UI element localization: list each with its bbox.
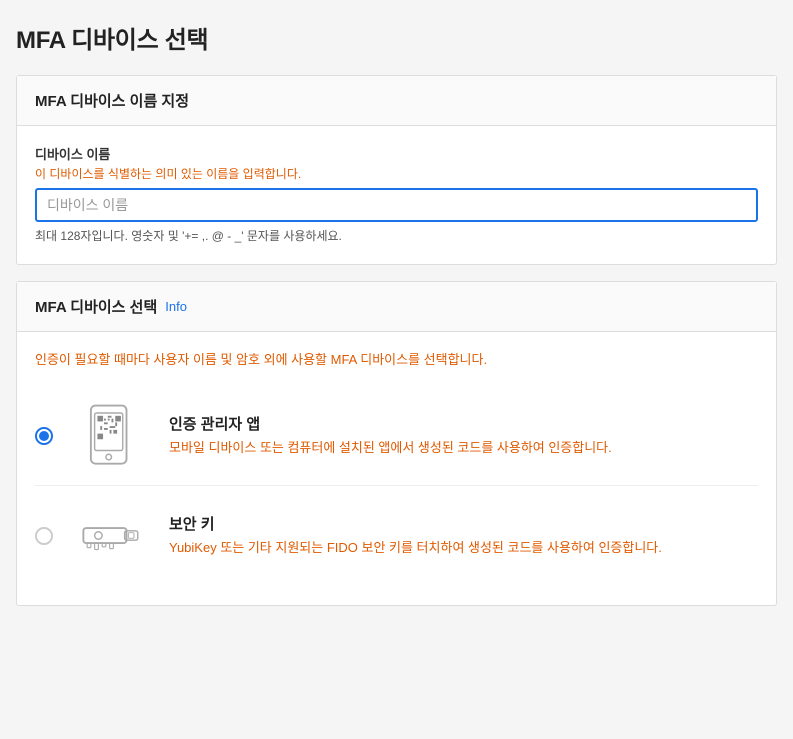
name-section-title: MFA 디바이스 이름 지정 bbox=[35, 93, 189, 110]
device-name-hint: 이 디바이스를 식별하는 의미 있는 이름을 입력합니다. bbox=[35, 165, 758, 182]
select-section-header: MFA 디바이스 선택 Info bbox=[17, 282, 776, 332]
name-section-body: 디바이스 이름 이 디바이스를 식별하는 의미 있는 이름을 입력합니다. 최대… bbox=[17, 126, 776, 264]
security-key-desc: YubiKey 또는 기타 지원되는 FIDO 보안 키를 터치하여 생성된 코… bbox=[169, 538, 758, 558]
phone-icon bbox=[71, 398, 151, 473]
radio-security-key[interactable] bbox=[35, 527, 53, 545]
option-authenticator[interactable]: 인증 관리자 앱 모바일 디바이스 또는 컴퓨터에 설치된 앱에서 생성된 코드… bbox=[35, 386, 758, 486]
device-name-input[interactable] bbox=[35, 188, 758, 222]
key-icon bbox=[71, 498, 151, 573]
mfa-description: 인증이 필요할 때마다 사용자 이름 및 암호 외에 사용할 MFA 디바이스를… bbox=[35, 350, 758, 370]
security-key-text: 보안 키 YubiKey 또는 기타 지원되는 FIDO 보안 키를 터치하여 … bbox=[169, 513, 758, 558]
device-name-label: 디바이스 이름 bbox=[35, 144, 758, 163]
device-name-note: 최대 128자입니다. 영숫자 및 '+= ,. @ - _' 문자를 사용하세… bbox=[35, 227, 758, 244]
select-section-title: MFA 디바이스 선택 bbox=[35, 296, 157, 317]
option-security-key[interactable]: 보안 키 YubiKey 또는 기타 지원되는 FIDO 보안 키를 터치하여 … bbox=[35, 486, 758, 585]
authenticator-text: 인증 관리자 앱 모바일 디바이스 또는 컴퓨터에 설치된 앱에서 생성된 코드… bbox=[169, 413, 758, 458]
mfa-options-list: 인증 관리자 앱 모바일 디바이스 또는 컴퓨터에 설치된 앱에서 생성된 코드… bbox=[35, 386, 758, 585]
radio-authenticator[interactable] bbox=[35, 427, 53, 445]
info-link[interactable]: Info bbox=[165, 299, 187, 314]
security-key-title: 보안 키 bbox=[169, 513, 758, 534]
authenticator-desc: 모바일 디바이스 또는 컴퓨터에 설치된 앱에서 생성된 코드를 사용하여 인증… bbox=[169, 438, 758, 458]
select-section-body: 인증이 필요할 때마다 사용자 이름 및 암호 외에 사용할 MFA 디바이스를… bbox=[17, 332, 776, 605]
page-title: MFA 디바이스 선택 bbox=[16, 20, 777, 55]
name-section-header: MFA 디바이스 이름 지정 bbox=[17, 76, 776, 126]
select-section-card: MFA 디바이스 선택 Info 인증이 필요할 때마다 사용자 이름 및 암호… bbox=[16, 281, 777, 606]
name-section-card: MFA 디바이스 이름 지정 디바이스 이름 이 디바이스를 식별하는 의미 있… bbox=[16, 75, 777, 265]
authenticator-title: 인증 관리자 앱 bbox=[169, 413, 758, 434]
